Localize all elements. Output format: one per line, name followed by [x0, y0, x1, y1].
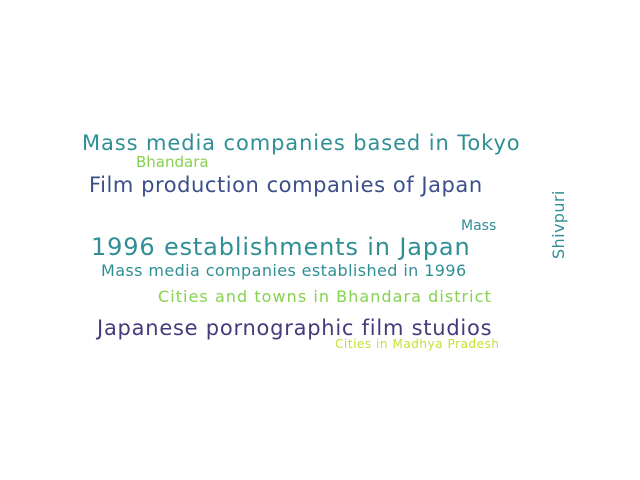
word-mass: Mass [461, 218, 497, 234]
word-japanese-pornographic-film-studios: Japanese pornographic film studios [97, 316, 493, 340]
word-cities-and-towns-in-bhandara-district: Cities and towns in Bhandara district [158, 287, 492, 306]
word-mass-media-companies-established-in-1996: Mass media companies established in 1996 [101, 261, 467, 280]
word-cloud: Mass media companies based in Tokyo Bhan… [0, 0, 640, 480]
word-shivpuri: Shivpuri [549, 190, 568, 259]
word-1996-establishments-in-japan: 1996 establishments in Japan [91, 233, 471, 261]
word-mass-media-companies-based-in-tokyo: Mass media companies based in Tokyo [82, 131, 521, 155]
word-cities-in-madhya-pradesh: Cities in Madhya Pradesh [335, 337, 500, 351]
word-bhandara: Bhandara [136, 153, 209, 171]
word-film-production-companies-of-japan: Film production companies of Japan [89, 173, 483, 197]
